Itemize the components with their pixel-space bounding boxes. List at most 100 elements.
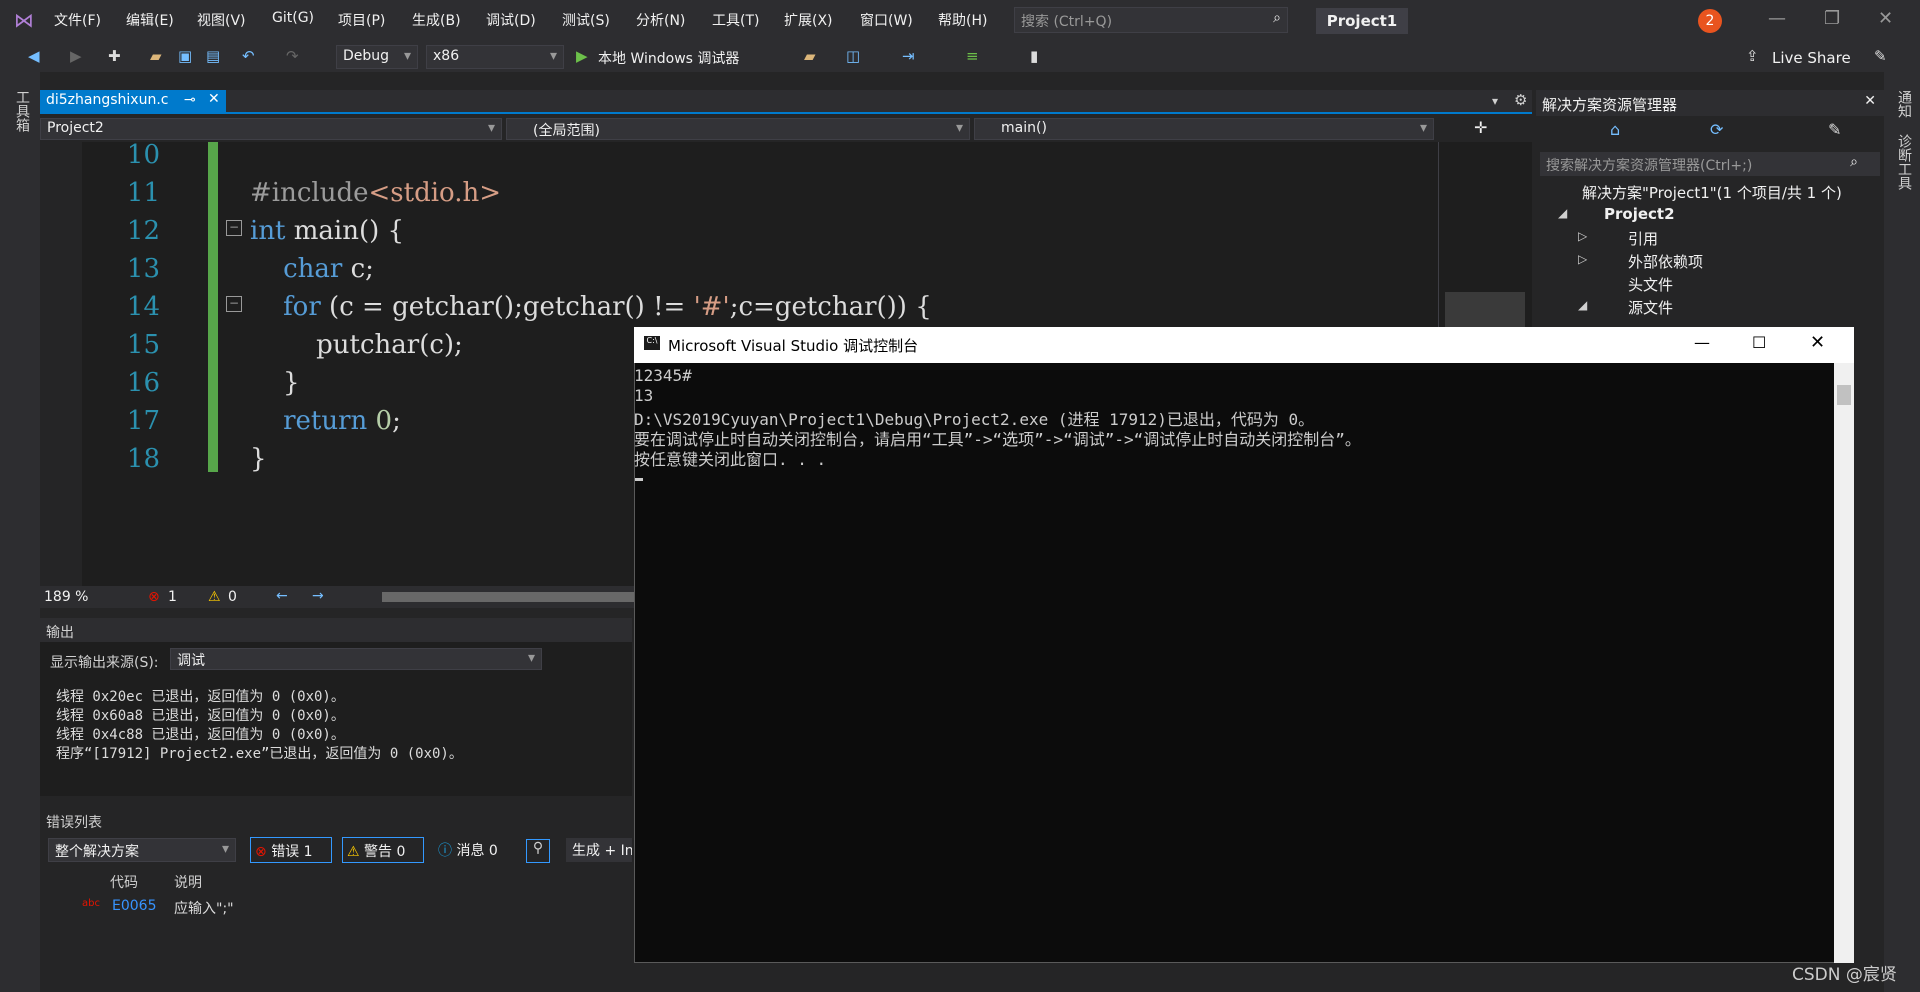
close-icon[interactable]: ✕ xyxy=(1878,8,1893,29)
live-share-button[interactable]: Live Share xyxy=(1772,49,1851,67)
tree-item-headers[interactable]: 头文件 xyxy=(1628,274,1673,295)
notifications-tab[interactable]: 通知 xyxy=(1894,90,1914,118)
new-item-icon[interactable]: ✚ xyxy=(108,47,121,65)
tree-item-sources[interactable]: 源文件 xyxy=(1628,297,1673,318)
notification-badge[interactable]: 2 xyxy=(1698,9,1722,33)
build-filter-value: 生成 + In xyxy=(572,843,632,859)
menu-extensions[interactable]: 扩展(X) xyxy=(784,10,833,30)
minimize-icon[interactable]: — xyxy=(1768,8,1786,29)
menu-help[interactable]: 帮助(H) xyxy=(938,10,987,30)
menu-window[interactable]: 窗口(W) xyxy=(860,10,913,30)
diagnostic-tools-tab[interactable]: 诊断工具 xyxy=(1894,134,1914,190)
output-source-label: 显示输出来源(S): xyxy=(50,655,159,671)
maximize-icon[interactable]: ☐ xyxy=(1752,333,1766,352)
next-issue-icon[interactable]: → xyxy=(312,588,324,604)
save-icon[interactable]: ▣ xyxy=(178,47,192,65)
solution-search-input[interactable]: 搜索解决方案资源管理器(Ctrl+;) ⌕ xyxy=(1540,152,1880,176)
platform-value: x86 xyxy=(433,48,460,64)
project-node[interactable]: Project2 xyxy=(1604,205,1675,223)
collapse-icon[interactable]: − xyxy=(226,220,242,236)
menu-project[interactable]: 项目(P) xyxy=(338,10,385,30)
collapse-icon[interactable]: − xyxy=(226,296,242,312)
step-icon[interactable]: ⇥ xyxy=(902,47,915,65)
menu-tools[interactable]: 工具(T) xyxy=(712,10,759,30)
pin-icon[interactable]: ⊸ xyxy=(184,92,196,108)
solution-node[interactable]: 解决方案"Project1"(1 个项目/共 1 个) xyxy=(1582,182,1842,203)
menu-file[interactable]: 文件(F) xyxy=(54,10,101,30)
bookmark-icon[interactable]: ▮ xyxy=(1030,47,1038,65)
minimize-icon[interactable]: — xyxy=(1694,333,1710,352)
expand-icon[interactable]: ◢ xyxy=(1578,298,1587,312)
folder-icon[interactable]: ▰ xyxy=(804,47,816,65)
info-icon: ⓘ xyxy=(438,843,452,859)
redo-icon[interactable]: ↷ xyxy=(286,47,299,65)
zoom-level[interactable]: 189 % xyxy=(44,589,88,605)
build-filter-select[interactable]: 生成 + In xyxy=(566,838,632,862)
forward-icon[interactable]: ▶ xyxy=(70,47,82,65)
search-icon: ⌕ xyxy=(1273,10,1281,26)
error-description: 应输入";" xyxy=(174,901,234,917)
feedback-icon[interactable]: ✎ xyxy=(1874,47,1887,65)
tab-dropdown-icon[interactable]: ▾ xyxy=(1492,94,1498,108)
nav-function-value: main() xyxy=(1001,120,1047,136)
nav-project-select[interactable]: Project2 ▾ xyxy=(40,118,502,140)
screenshot-icon[interactable]: ◫ xyxy=(846,47,860,65)
minimap-viewport[interactable] xyxy=(1445,292,1525,332)
column-code[interactable]: 代码 xyxy=(110,872,138,892)
comment-icon[interactable]: ≡ xyxy=(966,47,979,65)
close-tab-icon[interactable]: ✕ xyxy=(208,91,220,107)
menu-git[interactable]: Git(G) xyxy=(272,10,314,26)
output-source-select[interactable]: 调试 ▾ xyxy=(170,648,542,670)
errors-filter-button[interactable]: ⊗ 错误 1 xyxy=(250,837,332,863)
menu-test[interactable]: 测试(S) xyxy=(562,10,610,30)
collapse-arrow-icon[interactable]: ▷ xyxy=(1578,229,1587,243)
config-select[interactable]: Debug ▾ xyxy=(336,45,418,69)
platform-select[interactable]: x86 ▾ xyxy=(426,45,564,69)
error-scope-select[interactable]: 整个解决方案 ▾ xyxy=(48,838,236,862)
error-row[interactable]: abc E0065 应输入";" xyxy=(40,894,632,920)
menu-view[interactable]: 视图(V) xyxy=(197,10,246,30)
close-icon[interactable]: ✕ xyxy=(1810,332,1825,353)
navigation-bar: Project2 ▾ (全局范围) ▾ main() ▾ ✛ xyxy=(40,116,1532,142)
close-icon[interactable]: ✕ xyxy=(1864,93,1876,109)
share-icon[interactable]: ⇪ xyxy=(1746,47,1759,65)
filter-icon[interactable]: ⚲ xyxy=(526,839,550,863)
run-debugger-button[interactable]: 本地 Windows 调试器 xyxy=(598,48,739,68)
toolbox-tab[interactable]: 工具箱 xyxy=(12,90,32,132)
menu-analyze[interactable]: 分析(N) xyxy=(636,10,685,30)
console-scrollbar[interactable] xyxy=(1834,363,1854,963)
scrollbar-thumb[interactable] xyxy=(1837,385,1851,405)
expand-icon[interactable]: ◢ xyxy=(1558,206,1567,220)
tab-di5zhangshixun[interactable]: di5zhangshixun.c ⊸ ✕ xyxy=(40,90,226,112)
undo-icon[interactable]: ↶ xyxy=(242,47,255,65)
nav-scope-select[interactable]: (全局范围) ▾ xyxy=(506,118,970,140)
tree-item-references[interactable]: 引用 xyxy=(1628,228,1658,249)
open-folder-icon[interactable]: ▰ xyxy=(150,47,162,65)
menu-build[interactable]: 生成(B) xyxy=(412,10,461,30)
back-icon[interactable]: ◀ xyxy=(28,47,40,65)
messages-filter-button[interactable]: ⓘ 消息 0 xyxy=(434,837,516,863)
column-description[interactable]: 说明 xyxy=(174,872,202,892)
warnings-filter-button[interactable]: ⚠ 警告 0 xyxy=(342,837,424,863)
line-number: 12 xyxy=(126,216,160,246)
wrench-icon[interactable]: ✎ xyxy=(1828,120,1841,139)
split-icon[interactable]: ✛ xyxy=(1474,118,1487,137)
warning-count[interactable]: 0 xyxy=(228,589,237,605)
prev-issue-icon[interactable]: ← xyxy=(276,588,288,604)
nav-function-select[interactable]: main() ▾ xyxy=(974,118,1434,140)
menu-edit[interactable]: 编辑(E) xyxy=(126,10,174,30)
menu-debug[interactable]: 调试(D) xyxy=(486,10,536,30)
save-all-icon[interactable]: ▤ xyxy=(206,47,220,65)
search-input[interactable]: 搜索 (Ctrl+Q) ⌕ xyxy=(1014,7,1288,33)
horizontal-scrollbar[interactable] xyxy=(382,592,634,602)
collapse-arrow-icon[interactable]: ▷ xyxy=(1578,252,1587,266)
play-icon[interactable]: ▶ xyxy=(576,47,588,65)
refresh-icon[interactable]: ⟳ xyxy=(1710,120,1723,139)
error-count[interactable]: 1 xyxy=(168,589,177,605)
console-title-bar[interactable]: C:\ Microsoft Visual Studio 调试控制台 — ☐ ✕ xyxy=(634,327,1854,363)
restore-icon[interactable]: ❐ xyxy=(1824,8,1840,29)
error-code-link[interactable]: E0065 xyxy=(112,898,156,914)
home-icon[interactable]: ⌂ xyxy=(1610,120,1620,139)
tree-item-external-deps[interactable]: 外部依赖项 xyxy=(1628,251,1703,272)
settings-icon[interactable]: ⚙ xyxy=(1514,91,1527,109)
